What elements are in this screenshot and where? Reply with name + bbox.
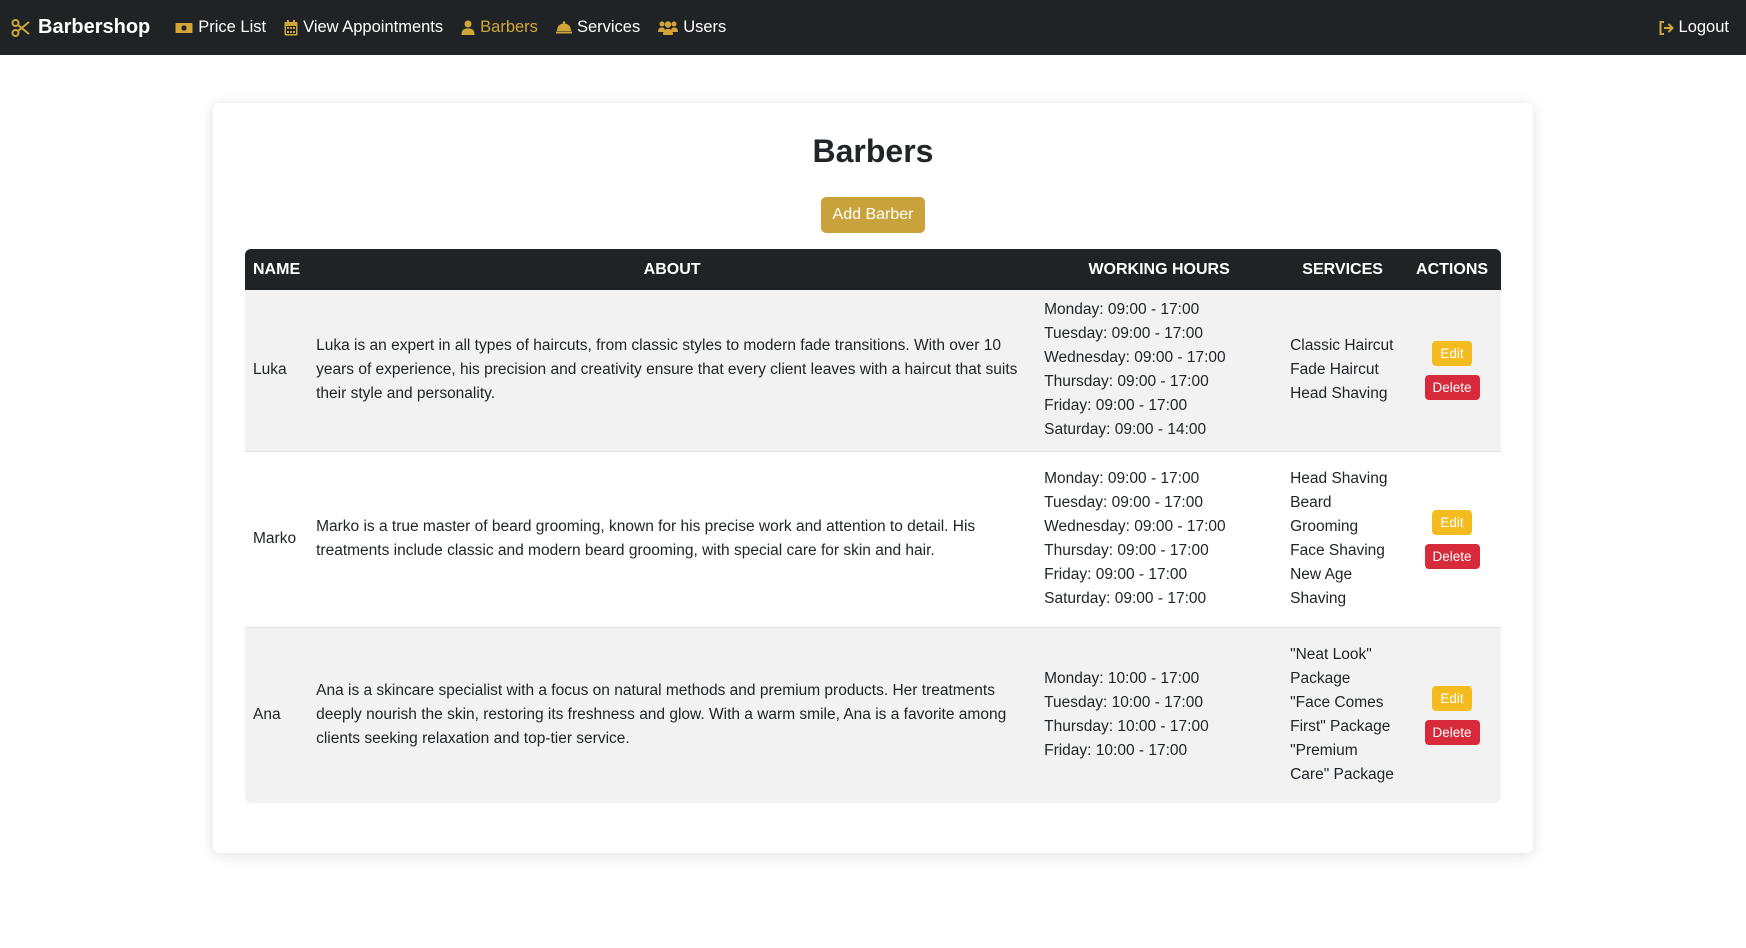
nav-item-label: Price List: [198, 18, 267, 36]
nav-left: Barbershop Price List View Appointments: [11, 16, 744, 39]
table-header: NAME ABOUT WORKING HOURS SERVICES ACTION…: [245, 249, 1501, 290]
hours-line: Monday: 09:00 - 17:00: [1044, 470, 1200, 487]
service-item: Fade Haircut: [1290, 361, 1379, 379]
column-header-name: NAME: [253, 260, 301, 278]
barber-hours: Monday: 10:00 - 17:00 Tuesday: 10:00 - 1…: [1036, 627, 1282, 803]
service-item: Head Shaving: [1290, 385, 1388, 403]
add-barber-button[interactable]: Add Barber: [821, 197, 925, 233]
page-title: Barbers: [812, 133, 934, 169]
hours-line: Monday: 09:00 - 17:00: [1044, 301, 1200, 319]
barber-actions: Edit Delete: [1403, 290, 1501, 451]
nav-item-view-appointments[interactable]: View Appointments: [284, 18, 443, 37]
hours-line: Monday: 10:00 - 17:00: [1044, 670, 1200, 688]
logout-link[interactable]: Logout: [1659, 18, 1729, 37]
hours-line: Thursday: 10:00 - 17:00: [1044, 718, 1209, 736]
nav-item-price-list[interactable]: Price List: [175, 18, 266, 37]
edit-button[interactable]: Edit: [1432, 685, 1472, 711]
hours-line: Saturday: 09:00 - 14:00: [1044, 421, 1207, 439]
users-icon: [658, 21, 679, 35]
barber-about: Luka is an expert in all types of haircu…: [316, 337, 1018, 403]
hours-line: Tuesday: 09:00 - 17:00: [1044, 494, 1203, 511]
barber-about: Marko is a true master of beard grooming…: [316, 518, 976, 559]
barber-hours: Monday: 09:00 - 17:00 Tuesday: 09:00 - 1…: [1036, 290, 1282, 451]
calendar-icon: [284, 19, 298, 35]
money-icon: [175, 22, 193, 33]
hours-line: Thursday: 09:00 - 17:00: [1044, 373, 1209, 391]
logout-icon: [1659, 20, 1674, 35]
delete-button[interactable]: Delete: [1424, 543, 1480, 569]
hours-line: Tuesday: 09:00 - 17:00: [1044, 325, 1203, 343]
service-item: "Neat Look" Package: [1290, 646, 1372, 688]
nav-item-label: Services: [576, 18, 641, 36]
edit-button[interactable]: Edit: [1432, 340, 1472, 366]
scissors-icon: [11, 18, 30, 37]
barbers-table: NAME ABOUT WORKING HOURS SERVICES ACTION…: [245, 249, 1501, 803]
table-body: Luka Luka is an expert in all types of h…: [245, 290, 1501, 803]
hours-line: Tuesday: 10:00 - 17:00: [1044, 694, 1203, 712]
nav-item-label: Users: [683, 18, 727, 36]
barber-services: Classic Haircut Fade Haircut Head Shavin…: [1282, 290, 1403, 451]
delete-button[interactable]: Delete: [1424, 719, 1480, 745]
nav-item-users[interactable]: Users: [658, 18, 726, 37]
hours-line: Thursday: 09:00 - 17:00: [1044, 542, 1209, 559]
table-row: Marko Marko is a true master of beard gr…: [245, 451, 1501, 627]
table-row: Luka Luka is an expert in all types of h…: [245, 290, 1501, 451]
barber-name: Luka: [253, 361, 287, 379]
barber-name: Marko: [253, 530, 297, 547]
barber-about: Ana is a skincare specialist with a focu…: [316, 682, 1007, 748]
bell-icon: [555, 21, 572, 34]
brand-name: Barbershop: [38, 16, 151, 38]
nav-item-barbers[interactable]: Barbers: [461, 18, 538, 37]
user-icon: [461, 20, 475, 35]
service-item: Face Shaving: [1290, 542, 1385, 559]
nav-item-label: Barbers: [480, 18, 538, 36]
barber-services: Head Shaving Beard Grooming Face Shaving…: [1282, 451, 1403, 627]
hours-line: Friday: 09:00 - 17:00: [1044, 566, 1188, 583]
hours-line: Friday: 10:00 - 17:00: [1044, 742, 1188, 760]
barber-actions: Edit Delete: [1403, 627, 1501, 803]
hours-line: Friday: 09:00 - 17:00: [1044, 397, 1188, 415]
barber-name: Ana: [253, 706, 281, 724]
service-item: "Face Comes First" Package: [1290, 694, 1391, 736]
table-row: Ana Ana is a skincare specialist with a …: [245, 627, 1501, 803]
nav-item-label: View Appointments: [303, 18, 444, 36]
service-item: Beard Grooming: [1290, 494, 1359, 535]
service-item: "Premium Care" Package: [1290, 742, 1394, 784]
column-header-services: SERVICES: [1302, 260, 1383, 278]
nav-item-services[interactable]: Services: [555, 18, 641, 37]
barbers-table-wrapper: NAME ABOUT WORKING HOURS SERVICES ACTION…: [245, 249, 1501, 803]
column-header-working-hours: WORKING HOURS: [1088, 260, 1230, 278]
column-header-about: ABOUT: [643, 260, 701, 278]
service-item: Classic Haircut: [1290, 337, 1394, 355]
brand-link[interactable]: Barbershop: [11, 16, 150, 39]
hours-line: Wednesday: 09:00 - 17:00: [1044, 349, 1226, 367]
delete-button[interactable]: Delete: [1424, 374, 1480, 400]
logout-label: Logout: [1678, 18, 1729, 36]
barbers-card: Barbers Add Barber NAME ABOUT WORKING HO…: [213, 103, 1533, 853]
hours-line: Wednesday: 09:00 - 17:00: [1044, 518, 1226, 535]
hours-line: Saturday: 09:00 - 17:00: [1044, 590, 1207, 607]
barber-actions: Edit Delete: [1403, 451, 1501, 627]
column-header-actions: ACTIONS: [1416, 260, 1489, 278]
top-navbar: Barbershop Price List View Appointments: [0, 0, 1746, 55]
service-item: New Age Shaving: [1290, 566, 1353, 607]
table-header-row: NAME ABOUT WORKING HOURS SERVICES ACTION…: [245, 249, 1501, 290]
service-item: Head Shaving: [1290, 470, 1388, 487]
edit-button[interactable]: Edit: [1432, 509, 1472, 535]
barber-hours: Monday: 09:00 - 17:00 Tuesday: 09:00 - 1…: [1036, 451, 1282, 627]
barber-services: "Neat Look" Package "Face Comes First" P…: [1282, 627, 1403, 803]
